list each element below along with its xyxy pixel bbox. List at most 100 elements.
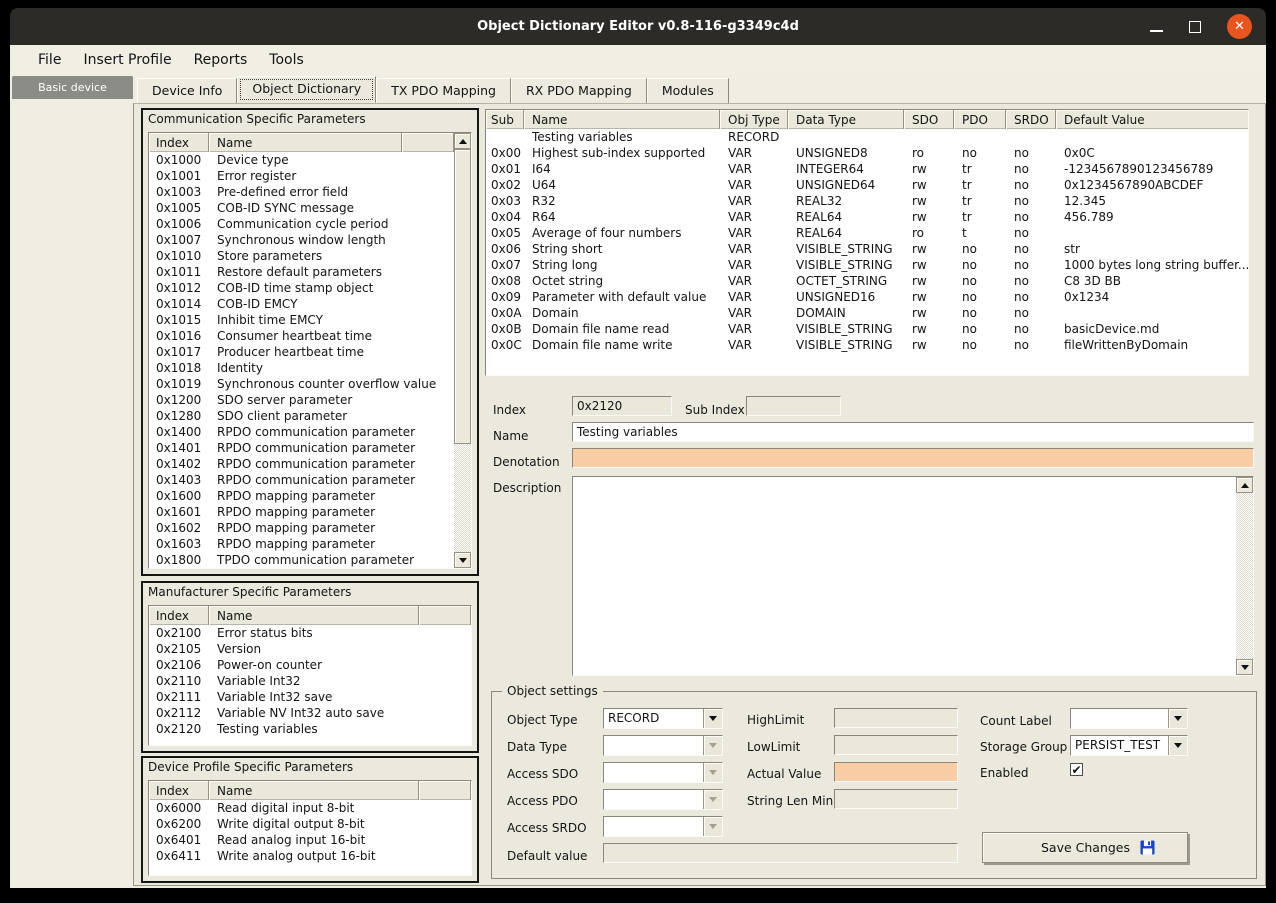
table-row[interactable]: 0x02 U64 VAR UNSIGNED64 rw tr no 0x12345… [486,177,1248,193]
table-row[interactable]: 0x00 Highest sub-index supported VAR UNS… [486,145,1248,161]
col-header-name[interactable]: Name [524,110,720,129]
scroll-down-icon[interactable] [454,552,471,568]
list-item[interactable]: 0x2120 Testing variables [149,721,471,737]
scroll-up-icon[interactable] [454,133,471,149]
tab-object-dictionary[interactable]: Object Dictionary [237,76,376,103]
count-label-select[interactable] [1070,708,1188,729]
scroll-down-icon[interactable] [1236,659,1253,675]
list-item[interactable]: 0x1019 Synchronous counter overflow valu… [149,376,454,392]
col-header-index[interactable]: Index [149,606,209,625]
list-item[interactable]: 0x6200 Write digital output 8-bit [149,816,471,832]
tab-device-info[interactable]: Device Info [137,78,237,103]
maximize-icon[interactable] [1189,21,1201,33]
table-row[interactable]: 0x03 R32 VAR REAL32 rw tr no 12.345 [486,193,1248,209]
tab-rx-pdo-mapping[interactable]: RX PDO Mapping [511,78,647,103]
list-item[interactable]: 0x1007 Synchronous window length [149,232,454,248]
scroll-up-icon[interactable] [1236,477,1253,493]
list-item[interactable]: 0x1603 RPDO mapping parameter [149,536,454,552]
list-item[interactable]: 0x1402 RPDO communication parameter [149,456,454,472]
list-item[interactable]: 0x1602 RPDO mapping parameter [149,520,454,536]
list-item[interactable]: 0x2111 Variable Int32 save [149,689,471,705]
actual-value-field[interactable] [834,762,958,782]
chevron-down-icon[interactable] [1168,709,1187,728]
tab-tx-pdo-mapping[interactable]: TX PDO Mapping [376,78,511,103]
col-header-data-type[interactable]: Data Type [788,110,904,129]
chevron-down-icon[interactable] [1168,736,1187,755]
minimize-icon[interactable] [1150,30,1163,32]
list-item[interactable]: 0x1001 Error register [149,168,454,184]
list-item[interactable]: 0x2105 Version [149,641,471,657]
list-item[interactable]: 0x1401 RPDO communication parameter [149,440,454,456]
col-header-default-value[interactable]: Default Value [1056,110,1248,129]
list-item[interactable]: 0x6000 Read digital input 8-bit [149,800,471,816]
scrollbar-track[interactable] [1236,493,1253,659]
storage-group-select[interactable]: PERSIST_TEST [1070,735,1188,756]
table-row[interactable]: 0x0C Domain file name write VAR VISIBLE_… [486,337,1248,353]
list-item[interactable]: 0x2110 Variable Int32 [149,673,471,689]
save-changes-button[interactable]: Save Changes [982,832,1188,863]
list-item[interactable]: 0x1005 COB-ID SYNC message [149,200,454,216]
list-item[interactable]: 0x1403 RPDO communication parameter [149,472,454,488]
name-field[interactable]: Testing variables [572,422,1254,442]
table-row[interactable]: 0x06 String short VAR VISIBLE_STRING rw … [486,241,1248,257]
list-item[interactable]: 0x1000 Device type [149,152,454,168]
check-icon: ✔ [1071,764,1081,776]
object-type-select[interactable]: RECORD [603,708,723,729]
col-header-name[interactable]: Name [209,133,402,152]
tab-modules[interactable]: Modules [647,78,729,103]
col-header-index[interactable]: Index [149,133,209,152]
table-row[interactable]: 0x09 Parameter with default value VAR UN… [486,289,1248,305]
list-item[interactable]: 0x1018 Identity [149,360,454,376]
col-header-name[interactable]: Name [209,781,419,800]
col-header-pdo[interactable]: PDO [954,110,1006,129]
list-item[interactable]: 0x6411 Write analog output 16-bit [149,848,471,864]
list-item[interactable]: 0x1400 RPDO communication parameter [149,424,454,440]
col-header-sub[interactable]: Sub [486,110,524,129]
list-item[interactable]: 0x2106 Power-on counter [149,657,471,673]
enabled-checkbox[interactable]: ✔ [1070,763,1083,776]
menu-item[interactable]: File [27,48,72,72]
list-item[interactable]: 0x1006 Communication cycle period [149,216,454,232]
list-item[interactable]: 0x1010 Store parameters [149,248,454,264]
communication-scrollbar[interactable] [454,133,471,568]
list-item[interactable]: 0x1200 SDO server parameter [149,392,454,408]
table-row[interactable]: 0x05 Average of four numbers VAR REAL64 … [486,225,1248,241]
scrollbar-thumb[interactable] [454,149,471,444]
list-item[interactable]: 0x1003 Pre-defined error field [149,184,454,200]
sidebar-item-basic-device[interactable]: Basic device [12,76,133,99]
col-header-obj-type[interactable]: Obj Type [720,110,788,129]
list-item[interactable]: 0x1600 RPDO mapping parameter [149,488,454,504]
table-row[interactable]: Testing variables RECORD [486,129,1248,145]
menu-item[interactable]: Reports [183,48,259,72]
list-item[interactable]: 0x1012 COB-ID time stamp object [149,280,454,296]
col-header-name[interactable]: Name [209,606,419,625]
list-item[interactable]: 0x1016 Consumer heartbeat time [149,328,454,344]
list-item[interactable]: 0x1011 Restore default parameters [149,264,454,280]
table-row[interactable]: 0x08 Octet string VAR OCTET_STRING rw no… [486,273,1248,289]
list-item[interactable]: 0x1015 Inhibit time EMCY [149,312,454,328]
table-row[interactable]: 0x01 I64 VAR INTEGER64 rw tr no -1234567… [486,161,1248,177]
close-icon[interactable]: ✕ [1227,14,1252,39]
col-header-sdo[interactable]: SDO [904,110,954,129]
chevron-down-icon[interactable] [703,709,722,728]
denotation-field[interactable] [572,448,1254,468]
description-scrollbar[interactable] [1236,477,1253,675]
col-header-index[interactable]: Index [149,781,209,800]
list-item[interactable]: 0x2100 Error status bits [149,625,471,641]
col-header-srdo[interactable]: SRDO [1006,110,1056,129]
list-item[interactable]: 0x1280 SDO client parameter [149,408,454,424]
description-field[interactable] [572,476,1254,676]
table-row[interactable]: 0x07 String long VAR VISIBLE_STRING rw n… [486,257,1248,273]
menu-item[interactable]: Tools [258,48,315,72]
table-row[interactable]: 0x04 R64 VAR REAL64 rw tr no 456.789 [486,209,1248,225]
list-item[interactable]: 0x1800 TPDO communication parameter [149,552,454,568]
table-row[interactable]: 0x0A Domain VAR DOMAIN rw no no [486,305,1248,321]
list-item[interactable]: 0x2112 Variable NV Int32 auto save [149,705,471,721]
list-item[interactable]: 0x1017 Producer heartbeat time [149,344,454,360]
menu-item[interactable]: Insert Profile [72,48,182,72]
list-item[interactable]: 0x1014 COB-ID EMCY [149,296,454,312]
scrollbar-track[interactable] [454,444,471,552]
table-row[interactable]: 0x0B Domain file name read VAR VISIBLE_S… [486,321,1248,337]
list-item[interactable]: 0x1601 RPDO mapping parameter [149,504,454,520]
list-item[interactable]: 0x6401 Read analog input 16-bit [149,832,471,848]
